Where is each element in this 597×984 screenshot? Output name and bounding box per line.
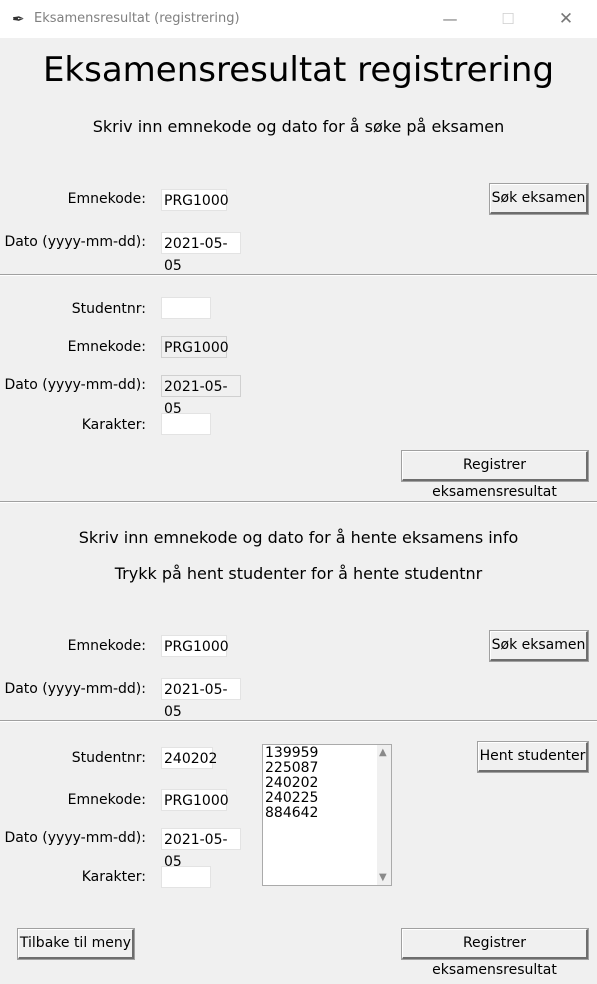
dato-input[interactable]: 2021-05-05: [161, 678, 241, 720]
list-item[interactable]: 240225: [265, 791, 318, 806]
register-result-button[interactable]: Registrer eksamensresultat: [401, 928, 589, 978]
karakter-label: Karakter:: [81, 417, 146, 433]
scroll-down-icon[interactable]: ▼: [379, 872, 387, 883]
feather-icon: ✒: [12, 10, 25, 28]
scrollbar[interactable]: ▲ ▼: [377, 745, 391, 885]
studentnr-input[interactable]: [161, 297, 211, 319]
separator: [0, 274, 597, 276]
register-result-button[interactable]: Registrer eksamensresultat: [401, 450, 589, 500]
student-listbox[interactable]: 139959 225087 240202 240225 884642 ▲ ▼: [262, 744, 392, 886]
emnekode-input[interactable]: PRG1000: [161, 789, 229, 811]
fetch-instruction-2: Trykk på hent studenter for å hente stud…: [114, 564, 483, 583]
karakter-input[interactable]: [161, 413, 211, 435]
close-button[interactable]: ✕: [543, 6, 589, 32]
studentnr-label: Studentnr:: [71, 301, 146, 317]
emnekode-input[interactable]: PRG1000: [161, 635, 229, 657]
list-item[interactable]: 884642: [265, 806, 318, 821]
emnekode-label: Emnekode:: [67, 339, 146, 355]
scroll-up-icon[interactable]: ▲: [379, 747, 387, 758]
separator: [0, 501, 597, 503]
list-item[interactable]: 225087: [265, 761, 318, 776]
emnekode-input[interactable]: PRG1000: [161, 189, 229, 211]
separator: [0, 720, 597, 722]
fetch-instruction: Skriv inn emnekode og dato for å hente e…: [78, 528, 519, 547]
dato-label: Dato (yyyy-mm-dd):: [4, 377, 146, 393]
maximize-button[interactable]: ☐: [485, 6, 531, 32]
dato-input[interactable]: 2021-05-05: [161, 828, 241, 870]
emnekode-label: Emnekode:: [67, 191, 146, 207]
studentnr-label: Studentnr:: [71, 750, 146, 766]
emnekode-readonly-field: PRG1000: [161, 336, 229, 358]
window-title: Eksamensresultat (registrering): [34, 11, 240, 26]
karakter-label: Karakter:: [81, 869, 146, 885]
dato-input[interactable]: 2021-05-05: [161, 232, 241, 274]
list-item[interactable]: 240202: [265, 776, 318, 791]
back-to-menu-button[interactable]: Tilbake til meny: [17, 928, 135, 960]
dato-label: Dato (yyyy-mm-dd):: [4, 234, 146, 250]
emnekode-label: Emnekode:: [67, 792, 146, 808]
search-instruction: Skriv inn emnekode og dato for å søke på…: [92, 117, 505, 136]
fetch-students-button[interactable]: Hent studenter: [477, 741, 589, 773]
dato-label: Dato (yyyy-mm-dd):: [4, 681, 146, 697]
search-exam-button[interactable]: Søk eksamen: [489, 630, 589, 662]
search-exam-button[interactable]: Søk eksamen: [489, 183, 589, 215]
minimize-button[interactable]: —: [427, 6, 473, 32]
page-title: Eksamensresultat registrering: [42, 50, 555, 90]
list-item[interactable]: 139959: [265, 746, 318, 761]
karakter-input[interactable]: [161, 866, 211, 888]
emnekode-label: Emnekode:: [67, 638, 146, 654]
dato-readonly-field: 2021-05-05: [161, 375, 241, 417]
dato-label: Dato (yyyy-mm-dd):: [4, 830, 146, 846]
title-bar: ✒ Eksamensresultat (registrering) — ☐ ✕: [0, 0, 597, 38]
studentnr-input[interactable]: 240202: [161, 747, 217, 769]
